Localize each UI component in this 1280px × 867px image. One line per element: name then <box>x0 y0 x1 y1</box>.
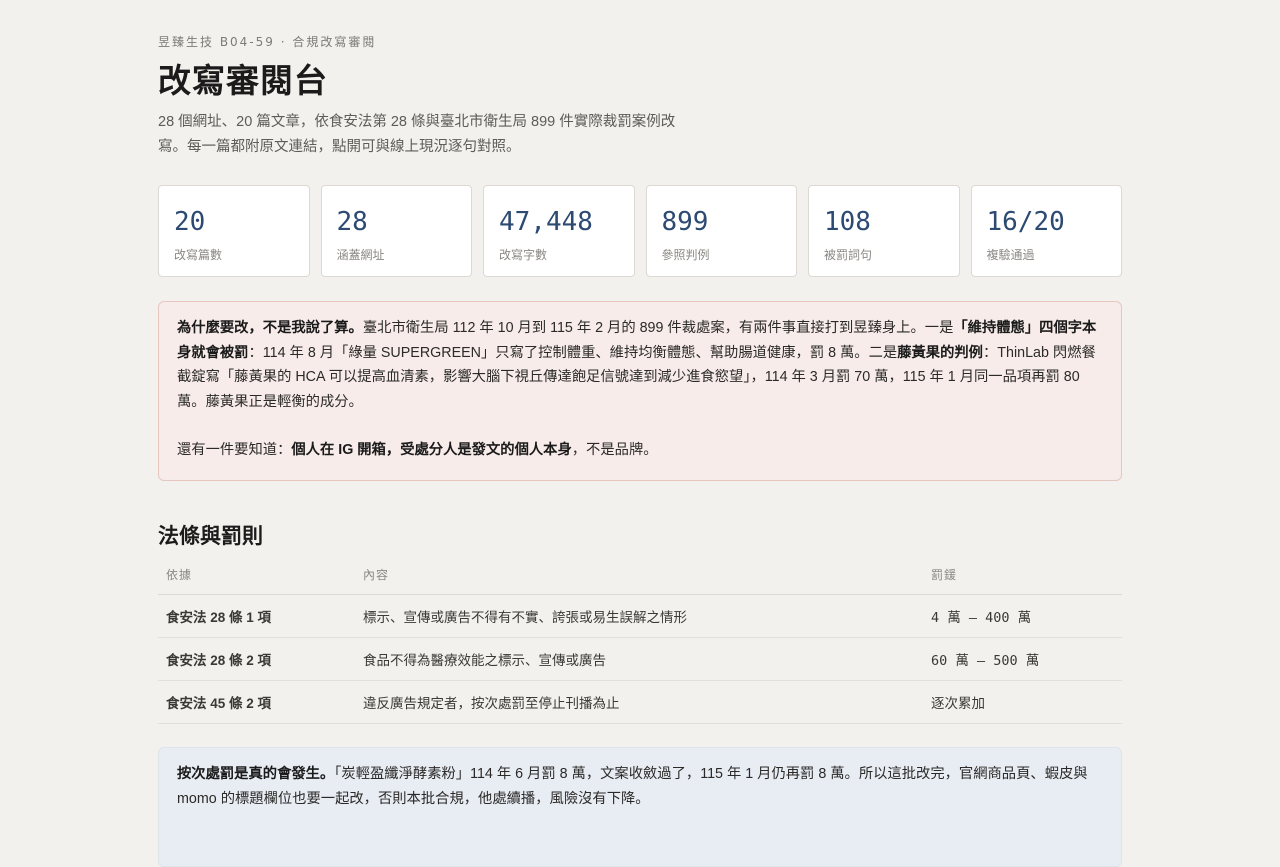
eyebrow: 昱臻生技 B04-59 · 合規改寫審閱 <box>158 35 377 49</box>
law-cell: 食安法 28 條 1 項 <box>158 594 355 638</box>
column-header: 依據 <box>158 566 355 595</box>
stat-label: 複驗通過 <box>986 248 1035 262</box>
column-header: 內容 <box>355 566 923 595</box>
fine-cell: 4 萬 – 400 萬 <box>923 594 1122 638</box>
stat-label: 改寫字數 <box>499 248 548 262</box>
why-lead: 為什麼要改，不是我說了算。 <box>177 320 363 336</box>
stat-label: 改寫篇數 <box>174 248 223 262</box>
stat-value: 28 <box>336 207 368 237</box>
stat-value: 47,448 <box>499 207 593 237</box>
table-row: 食安法 28 條 1 項 標示、宣傳或廣告不得有不實、誇張或易生誤解之情形 4 … <box>158 594 1122 638</box>
repeat-lead: 按次處罰是真的會發生。 <box>177 766 335 782</box>
individual-note: 還有一件要知道：個人在 IG 開箱，受處分人是發文的個人本身，不是品牌。 <box>177 442 658 458</box>
stat-value: 16/20 <box>986 207 1065 237</box>
stat-value: 899 <box>661 207 709 237</box>
stat-card-cases: 899 參照判例 <box>645 185 797 277</box>
fine-cell: 逐次累加 <box>923 680 1122 724</box>
why-callout: 為什麼要改，不是我說了算。臺北市衛生局 112 年 10 月到 115 年 2 … <box>158 301 1122 481</box>
fine-cell: 60 萬 – 500 萬 <box>923 637 1122 681</box>
stat-card-penalized-phrases: 108 被罰詞句 <box>808 185 960 277</box>
why-paragraph: 為什麼要改，不是我說了算。臺北市衛生局 112 年 10 月到 115 年 2 … <box>177 320 1097 410</box>
content-cell: 食品不得為醫療效能之標示、宣傳或廣告 <box>355 637 923 681</box>
table-row: 食安法 28 條 2 項 食品不得為醫療效能之標示、宣傳或廣告 60 萬 – 5… <box>158 637 1122 681</box>
law-cell: 食安法 28 條 2 項 <box>158 637 355 681</box>
table-header-row: 依據 內容 罰鍰 <box>158 566 1122 595</box>
stat-label: 參照判例 <box>661 248 710 262</box>
rules-table: 依據 內容 罰鍰 食安法 28 條 1 項 標示、宣傳或廣告不得有不實、誇張或易… <box>158 566 1122 724</box>
section-title: 法條與罰則 <box>158 523 263 548</box>
stats-row: 20 改寫篇數 28 涵蓋網址 47,448 改寫字數 899 參照判例 108… <box>158 185 1122 277</box>
table-row: 食安法 45 條 2 項 違反廣告規定者，按次處罰至停止刊播為止 逐次累加 <box>158 680 1122 724</box>
repeat-penalty-callout: 按次處罰是真的會發生。「炭輕盈纖淨酵素粉」114 年 6 月罰 8 萬，文案收斂… <box>158 747 1122 867</box>
stat-card-urls: 28 涵蓋網址 <box>320 185 472 277</box>
content-cell: 標示、宣傳或廣告不得有不實、誇張或易生誤解之情形 <box>355 594 923 638</box>
column-header: 罰鍰 <box>923 566 1122 595</box>
stat-card-recheck: 16/20 複驗通過 <box>970 185 1122 277</box>
law-cell: 食安法 45 條 2 項 <box>158 680 355 724</box>
stat-label: 被罰詞句 <box>824 248 873 262</box>
content-cell: 違反廣告規定者，按次處罰至停止刊播為止 <box>355 680 923 724</box>
stat-value: 20 <box>174 207 206 237</box>
stat-label: 涵蓋網址 <box>336 248 385 262</box>
stat-card-rewrites: 20 改寫篇數 <box>158 185 310 277</box>
page-title: 改寫審閱台 <box>158 61 328 100</box>
stat-card-chars: 47,448 改寫字數 <box>483 185 635 277</box>
stat-value: 108 <box>824 207 871 237</box>
intro-text: 28 個網址、20 篇文章，依食安法第 28 條與臺北市衛生局 899 件實際裁… <box>158 114 676 155</box>
